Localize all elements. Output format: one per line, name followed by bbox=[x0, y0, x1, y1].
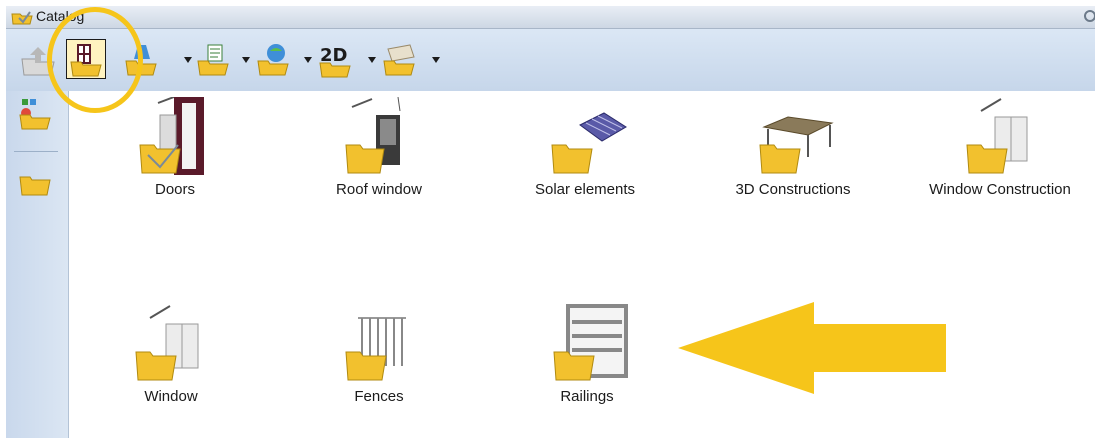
catalog-item-label: Roof window bbox=[336, 181, 422, 198]
highlight-circle bbox=[47, 7, 143, 113]
catalog-item-label: Doors bbox=[154, 181, 195, 198]
chevron-down-icon[interactable] bbox=[242, 57, 250, 63]
catalog-item-label: Railings bbox=[560, 388, 614, 405]
folder-icon bbox=[19, 176, 51, 196]
window-construction-icon bbox=[966, 98, 1028, 174]
catalog-item-window-construction[interactable]: Window Construction bbox=[915, 97, 1085, 207]
solar-panel-icon bbox=[551, 112, 627, 174]
catalog-item-railings[interactable]: Railings bbox=[502, 304, 672, 414]
catalog-item-3d-constructions[interactable]: 3D Constructions bbox=[708, 97, 878, 207]
catalog-item-fences[interactable]: Fences bbox=[294, 304, 464, 414]
catalog-item-window[interactable]: Window bbox=[86, 304, 256, 414]
catalog-folder-icon bbox=[11, 11, 33, 25]
title-bar: Catalog bbox=[6, 6, 1095, 29]
globe-folder-icon bbox=[257, 44, 289, 76]
3d-construction-icon bbox=[759, 116, 834, 174]
chevron-down-icon[interactable] bbox=[304, 57, 312, 63]
2d-label: 2D bbox=[320, 45, 348, 66]
railing-icon bbox=[553, 304, 628, 381]
catalog-item-label: Fences bbox=[354, 388, 404, 405]
catalog-item-solar-elements[interactable]: Solar elements bbox=[500, 97, 670, 207]
sidebar-item-folder[interactable] bbox=[16, 165, 56, 201]
sidebar-item-library[interactable] bbox=[16, 97, 56, 133]
catalog-item-label: 3D Constructions bbox=[735, 181, 851, 198]
pointer-arrow-icon bbox=[678, 302, 946, 394]
chevron-down-icon[interactable] bbox=[368, 57, 376, 63]
window-icon bbox=[135, 305, 199, 381]
chevron-down-icon[interactable] bbox=[184, 57, 192, 63]
construction-catalog-button[interactable] bbox=[380, 39, 420, 79]
catalog-sidebar bbox=[6, 91, 69, 438]
document-folder-icon bbox=[197, 44, 229, 76]
catalog-item-label: Window Construction bbox=[929, 181, 1071, 198]
search-icon[interactable] bbox=[1081, 9, 1095, 25]
catalog-item-label: Solar elements bbox=[534, 181, 636, 198]
2d-catalog-button[interactable]: 2D bbox=[316, 39, 356, 79]
catalog-item-roof-window[interactable]: Roof window bbox=[294, 97, 464, 207]
catalog-item-doors[interactable]: Doors bbox=[90, 97, 260, 207]
fence-icon bbox=[345, 317, 406, 381]
documents-catalog-button[interactable] bbox=[194, 39, 234, 79]
sidebar-divider bbox=[14, 151, 58, 152]
doors-icon bbox=[139, 97, 204, 175]
wall-folder-icon bbox=[383, 44, 415, 76]
chevron-down-icon[interactable] bbox=[432, 57, 440, 63]
catalog-item-label: Window bbox=[144, 388, 198, 405]
materials-catalog-button[interactable] bbox=[254, 39, 294, 79]
catalog-toolbar: 2D bbox=[6, 29, 1095, 91]
roof-window-icon bbox=[345, 97, 401, 174]
library-folder-icon bbox=[19, 99, 51, 130]
